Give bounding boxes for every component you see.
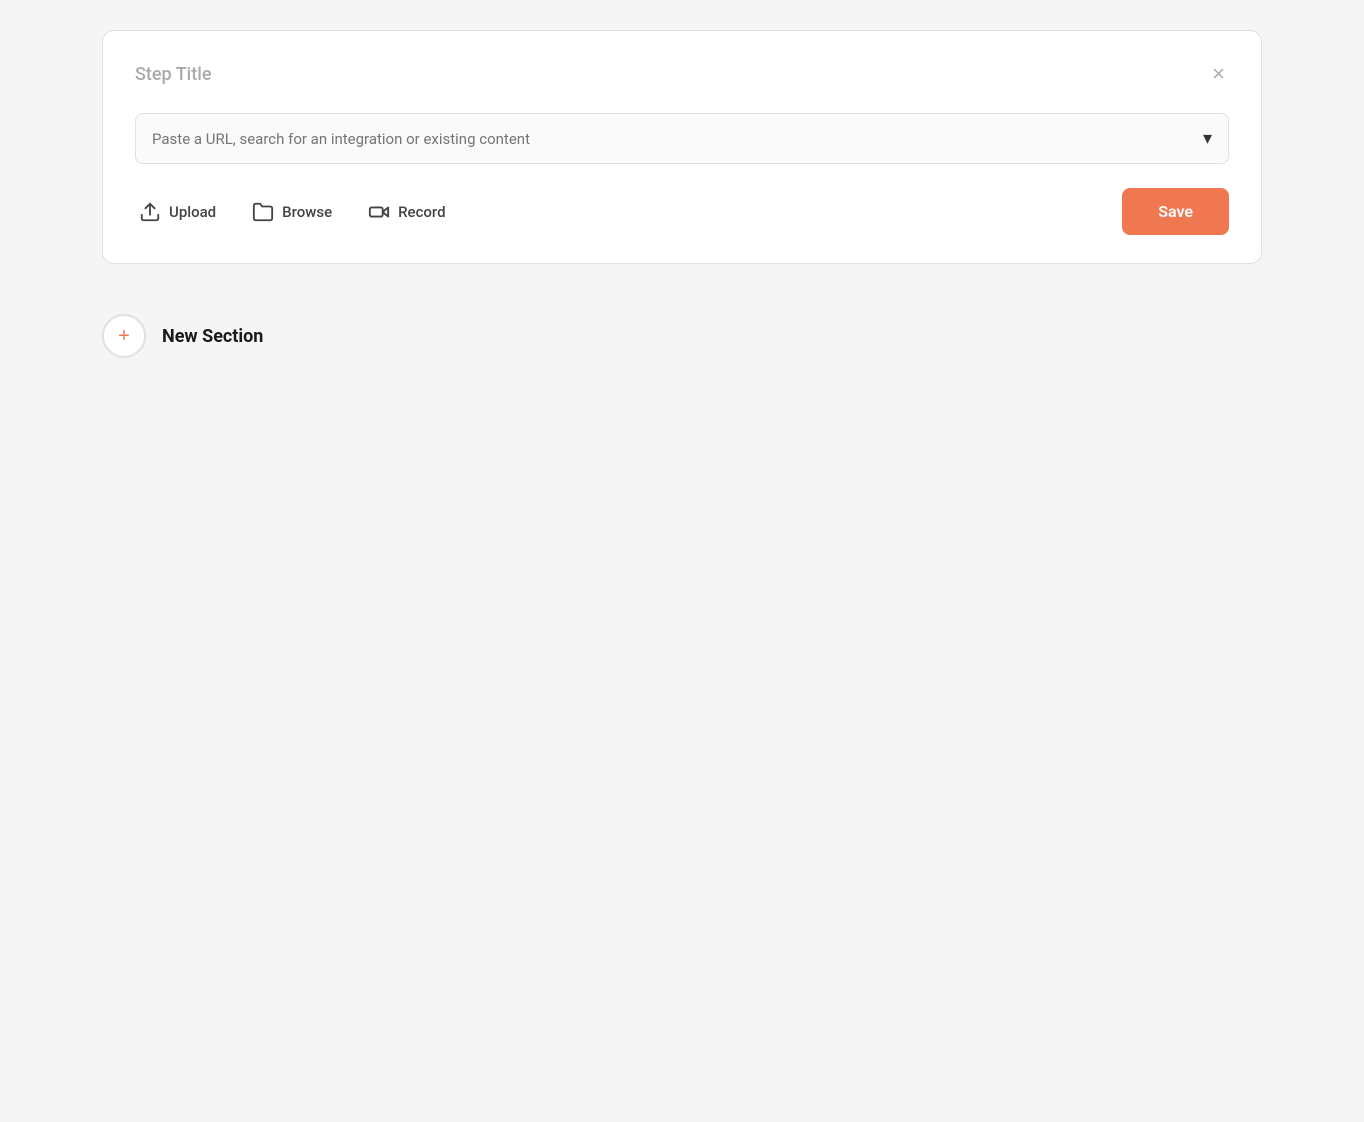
browse-label: Browse: [282, 203, 332, 221]
upload-icon: [139, 201, 161, 223]
chevron-down-icon[interactable]: ▾: [1203, 128, 1212, 149]
step-title: Step Title: [135, 64, 212, 85]
plus-icon: +: [118, 326, 130, 346]
search-input[interactable]: [152, 130, 1203, 148]
upload-button[interactable]: Upload: [135, 195, 220, 229]
browse-button[interactable]: Browse: [248, 195, 336, 229]
record-label: Record: [398, 203, 445, 221]
save-button[interactable]: Save: [1122, 188, 1229, 235]
new-section-label: New Section: [162, 326, 263, 347]
action-row: Upload Browse Record: [135, 188, 1229, 235]
page-container: Step Title × ▾ Upload: [102, 30, 1262, 368]
card-header: Step Title ×: [135, 59, 1229, 89]
record-button[interactable]: Record: [364, 195, 449, 229]
add-section-button[interactable]: +: [102, 314, 146, 358]
record-icon: [368, 201, 390, 223]
upload-label: Upload: [169, 203, 216, 221]
search-row: ▾: [135, 113, 1229, 164]
new-section-row: + New Section: [102, 304, 1262, 368]
close-button[interactable]: ×: [1208, 59, 1229, 89]
dialog-card: Step Title × ▾ Upload: [102, 30, 1262, 264]
browse-icon: [252, 201, 274, 223]
